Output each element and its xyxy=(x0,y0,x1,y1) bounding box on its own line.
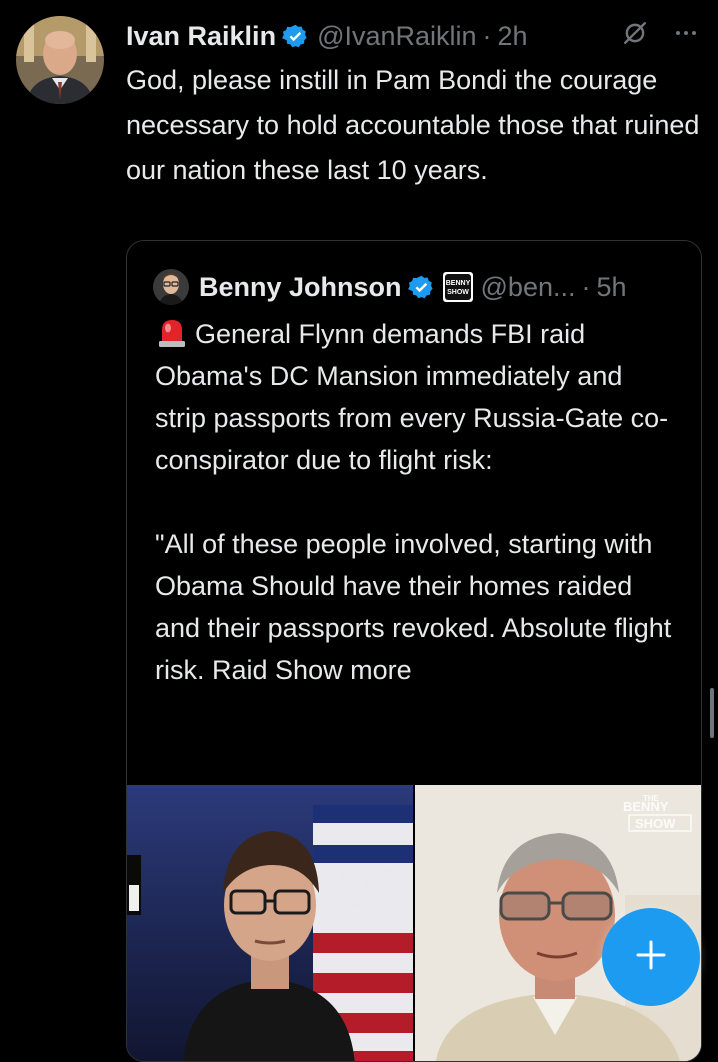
video-frame-left[interactable] xyxy=(127,785,413,1061)
header-actions xyxy=(622,20,698,46)
author-avatar[interactable] xyxy=(16,16,104,104)
verified-badge-icon xyxy=(282,23,309,50)
plus-icon xyxy=(634,938,668,977)
verified-badge-icon xyxy=(407,274,435,301)
quoted-author-handle[interactable]: @ben... xyxy=(481,272,576,303)
watermark-line3: SHOW xyxy=(635,816,676,831)
separator-dot: · xyxy=(581,271,591,302)
tweet-timestamp[interactable]: 2h xyxy=(498,21,528,52)
quoted-author-avatar[interactable] xyxy=(153,269,189,305)
tweet-text: God, please instill in Pam Bondi the cou… xyxy=(126,65,700,185)
author-handle[interactable]: @IvanRaiklin xyxy=(317,21,476,52)
grok-icon[interactable] xyxy=(622,20,648,46)
compose-fab-button[interactable] xyxy=(602,908,700,1006)
quoted-paragraph-1-text: General Flynn demands FBI raid Obama's D… xyxy=(155,319,669,475)
quoted-tweet-text: General Flynn demands FBI raid Obama's D… xyxy=(155,313,675,691)
affiliate-badge-line2: SHOW xyxy=(447,289,469,296)
affiliate-badge-line1: BENNY xyxy=(445,280,470,287)
tweet-header: Ivan Raiklin @IvanRaiklin · 2h xyxy=(126,14,702,58)
more-horizontal-icon[interactable] xyxy=(674,21,698,45)
show-more-link[interactable]: Show more xyxy=(275,655,412,685)
tweet[interactable]: Ivan Raiklin @IvanRaiklin · 2h God, plea… xyxy=(0,0,718,1062)
quoted-author-display-name[interactable]: Benny Johnson xyxy=(199,272,402,303)
scrollbar[interactable] xyxy=(710,688,714,738)
affiliate-badge-icon[interactable]: BENNY SHOW xyxy=(442,272,473,302)
author-display-name[interactable]: Ivan Raiklin xyxy=(126,21,276,52)
watermark-line2: BENNY xyxy=(623,799,669,814)
quoted-tweet-header: Benny Johnson BENNY SHOW @ben... · 5h xyxy=(153,265,627,309)
quoted-paragraph-2: "All of these people involved, starting … xyxy=(155,523,675,691)
rotating-light-icon xyxy=(155,315,189,349)
quoted-paragraph-1: General Flynn demands FBI raid Obama's D… xyxy=(155,313,675,481)
separator-dot: · xyxy=(482,20,492,51)
quoted-tweet-timestamp[interactable]: 5h xyxy=(596,272,626,303)
quoted-paragraph-2-text: "All of these people involved, starting … xyxy=(155,529,672,685)
